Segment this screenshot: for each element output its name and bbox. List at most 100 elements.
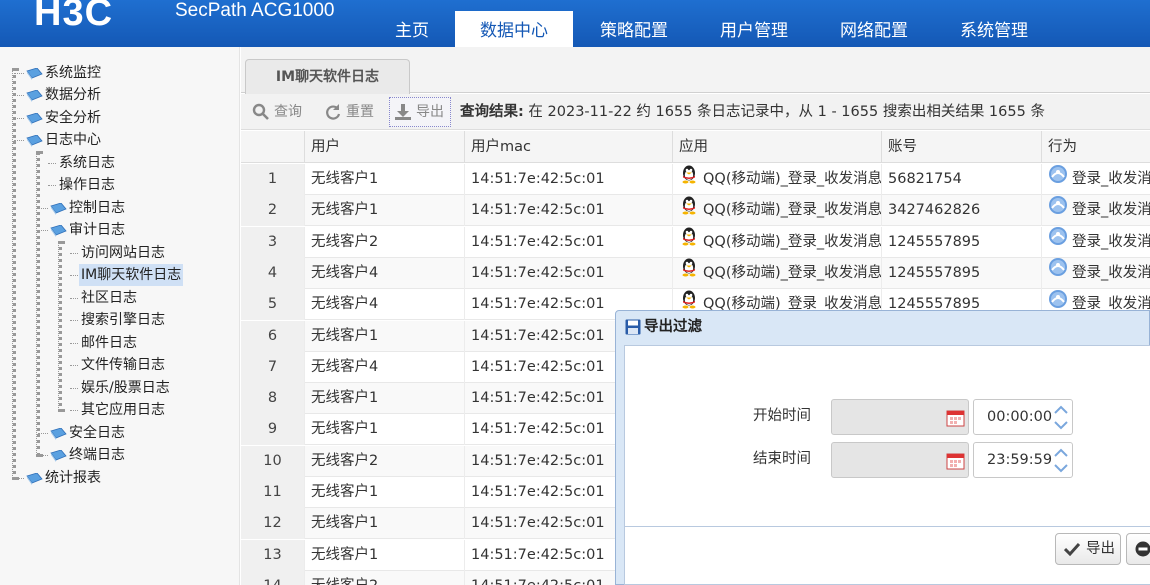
dialog-cancel-button[interactable]	[1126, 533, 1150, 565]
toolbar: 查询 重置 导出 查询结果: 在 2023-11-22 约 1655 条日志记录…	[241, 94, 1150, 130]
cell-action: 登录_收发消息	[1042, 258, 1150, 289]
cell-index: 5	[241, 289, 305, 321]
cell-index: 2	[241, 195, 305, 227]
action-icon	[1048, 227, 1068, 258]
qq-penguin-icon	[679, 195, 699, 226]
cell-index: 10	[241, 445, 305, 477]
nav-tab-home[interactable]: 主页	[353, 11, 471, 47]
sidebar-item-operation-log[interactable]: 操作日志	[48, 174, 117, 196]
nav-tab-system-management[interactable]: 系统管理	[935, 11, 1053, 47]
cell-user: 无线客户4	[305, 257, 465, 289]
column-header-app[interactable]: 应用	[673, 131, 882, 163]
sidebar-item-system-monitor[interactable]: 系统监控	[14, 62, 103, 84]
tree-connector	[14, 94, 24, 96]
tab-im-chat-log[interactable]: IM聊天软件日志	[245, 59, 410, 94]
table-row[interactable]: 3 无线客户2 14:51:7e:42:5c:01 QQ(移动端)_登录_收发消息 12…	[241, 226, 1150, 258]
reset-label: 重置	[346, 104, 374, 120]
cell-index: 4	[241, 257, 305, 289]
calendar-icon[interactable]	[946, 408, 965, 427]
cell-index: 11	[241, 477, 305, 508]
book-icon	[49, 427, 67, 440]
sidebar-item-label: 日志中心	[45, 132, 101, 148]
sidebar-item-community-log[interactable]: 社区日志	[70, 287, 139, 309]
nav-tab-data-center[interactable]: 数据中心	[455, 11, 573, 47]
reset-button[interactable]: 重置	[324, 97, 374, 127]
start-date-input[interactable]	[831, 399, 969, 435]
nav-tab-policy-config[interactable]: 策略配置	[575, 11, 693, 47]
start-time-label: 开始时间	[753, 408, 811, 424]
sidebar-item-web-access-log[interactable]: 访问网站日志	[70, 242, 167, 264]
cell-app-text: QQ(移动端)_登录_收发消息	[703, 202, 882, 219]
cell-app: QQ(移动端)_登录_收发消息	[673, 257, 882, 289]
sidebar-item-label: IM聊天软件日志	[79, 264, 184, 286]
tree-connector	[38, 454, 48, 456]
start-time-input[interactable]: 00:00:00	[973, 399, 1073, 435]
book-icon	[25, 89, 43, 102]
table-header: 用户 用户mac 应用 账号 行为	[241, 131, 1150, 163]
tree-connector	[38, 207, 48, 209]
cell-action-text: 登录_收发消息	[1072, 233, 1150, 250]
end-date-input[interactable]	[831, 442, 969, 478]
action-icon	[1048, 195, 1068, 226]
export-button[interactable]: 导出	[389, 97, 451, 127]
dialog-title-text: 导出过滤	[644, 319, 702, 335]
cell-index: 7	[241, 351, 305, 383]
column-header-account[interactable]: 账号	[882, 131, 1042, 163]
cell-user: 无线客户4	[305, 351, 465, 383]
sidebar-item-im-chat-log[interactable]: IM聊天软件日志	[70, 264, 184, 286]
product-name: SecPath ACG1000	[175, 0, 335, 21]
sidebar-item-label: 数据分析	[45, 87, 101, 103]
sidebar-item-email-log[interactable]: 邮件日志	[70, 332, 139, 354]
table-row[interactable]: 4 无线客户4 14:51:7e:42:5c:01 QQ(移动端)_登录_收发消息 12…	[241, 257, 1150, 289]
cell-account: 56821754	[882, 164, 1042, 195]
end-time-value: 23:59:59	[987, 452, 1053, 468]
tree-connector	[70, 297, 78, 299]
sidebar-item-label: 安全日志	[69, 425, 125, 441]
sidebar-item-entertainment-stock-log[interactable]: 娱乐/股票日志	[70, 377, 172, 399]
query-button[interactable]: 查询	[252, 97, 302, 127]
tree-connector	[70, 274, 78, 276]
nav-tab-user-management[interactable]: 用户管理	[695, 11, 813, 47]
sidebar-item-security-log[interactable]: 安全日志	[38, 422, 127, 444]
sidebar-item-statistics-report[interactable]: 统计报表	[14, 467, 103, 489]
query-result-prefix: 查询结果:	[460, 104, 524, 120]
minus-circle-icon	[1135, 541, 1150, 557]
time-spinner-icon[interactable]	[1051, 401, 1071, 433]
cell-user: 无线客户1	[305, 508, 465, 540]
sidebar-item-file-transfer-log[interactable]: 文件传输日志	[70, 354, 167, 376]
tree-connector	[38, 229, 48, 231]
end-time-input[interactable]: 23:59:59	[973, 442, 1073, 478]
sidebar-item-security-analysis[interactable]: 安全分析	[14, 107, 103, 129]
time-spinner-icon[interactable]	[1051, 444, 1071, 476]
sidebar-item-data-analysis[interactable]: 数据分析	[14, 84, 103, 106]
cell-user: 无线客户1	[305, 539, 465, 571]
dialog-export-button[interactable]: 导出	[1055, 533, 1121, 565]
book-icon	[25, 472, 43, 485]
tree-connector	[70, 364, 78, 366]
end-time-label: 结束时间	[753, 451, 811, 467]
book-icon	[49, 224, 67, 237]
cell-action-text: 登录_收发消息	[1072, 171, 1150, 187]
cell-account: 1245557895	[882, 257, 1042, 289]
cell-app-text: QQ(移动端)_登录_收发消息	[703, 264, 882, 281]
sidebar-item-label: 访问网站日志	[81, 245, 165, 261]
sidebar-item-other-app-log[interactable]: 其它应用日志	[70, 399, 167, 421]
table-row[interactable]: 2 无线客户1 14:51:7e:42:5c:01 QQ(移动端)_登录_收发消息 34…	[241, 195, 1150, 227]
cell-user: 无线客户1	[305, 414, 465, 446]
sidebar-item-log-center[interactable]: 日志中心	[14, 129, 103, 151]
column-header-action[interactable]: 行为	[1042, 131, 1150, 163]
column-header-user[interactable]: 用户	[305, 131, 465, 163]
sidebar-item-audit-log[interactable]: 审计日志	[38, 219, 127, 241]
sidebar-item-terminal-log[interactable]: 终端日志	[38, 444, 127, 466]
sidebar-item-search-engine-log[interactable]: 搜索引擎日志	[70, 309, 167, 331]
query-result-text: 在 2023-11-22 约 1655 条日志记录中，从 1 - 1655 搜索…	[523, 104, 1045, 120]
sidebar-item-system-log[interactable]: 系统日志	[48, 152, 117, 174]
column-header-index[interactable]	[241, 131, 305, 163]
download-icon	[395, 104, 411, 120]
column-header-mac[interactable]: 用户mac	[465, 131, 673, 163]
cell-user: 无线客户1	[305, 164, 465, 195]
nav-tab-network-config[interactable]: 网络配置	[815, 11, 933, 47]
sidebar-item-control-log[interactable]: 控制日志	[38, 197, 127, 219]
calendar-icon[interactable]	[946, 451, 965, 470]
table-row[interactable]: 1 无线客户1 14:51:7e:42:5c:01 QQ(移动端)_登录_收发消息 56…	[241, 164, 1150, 195]
